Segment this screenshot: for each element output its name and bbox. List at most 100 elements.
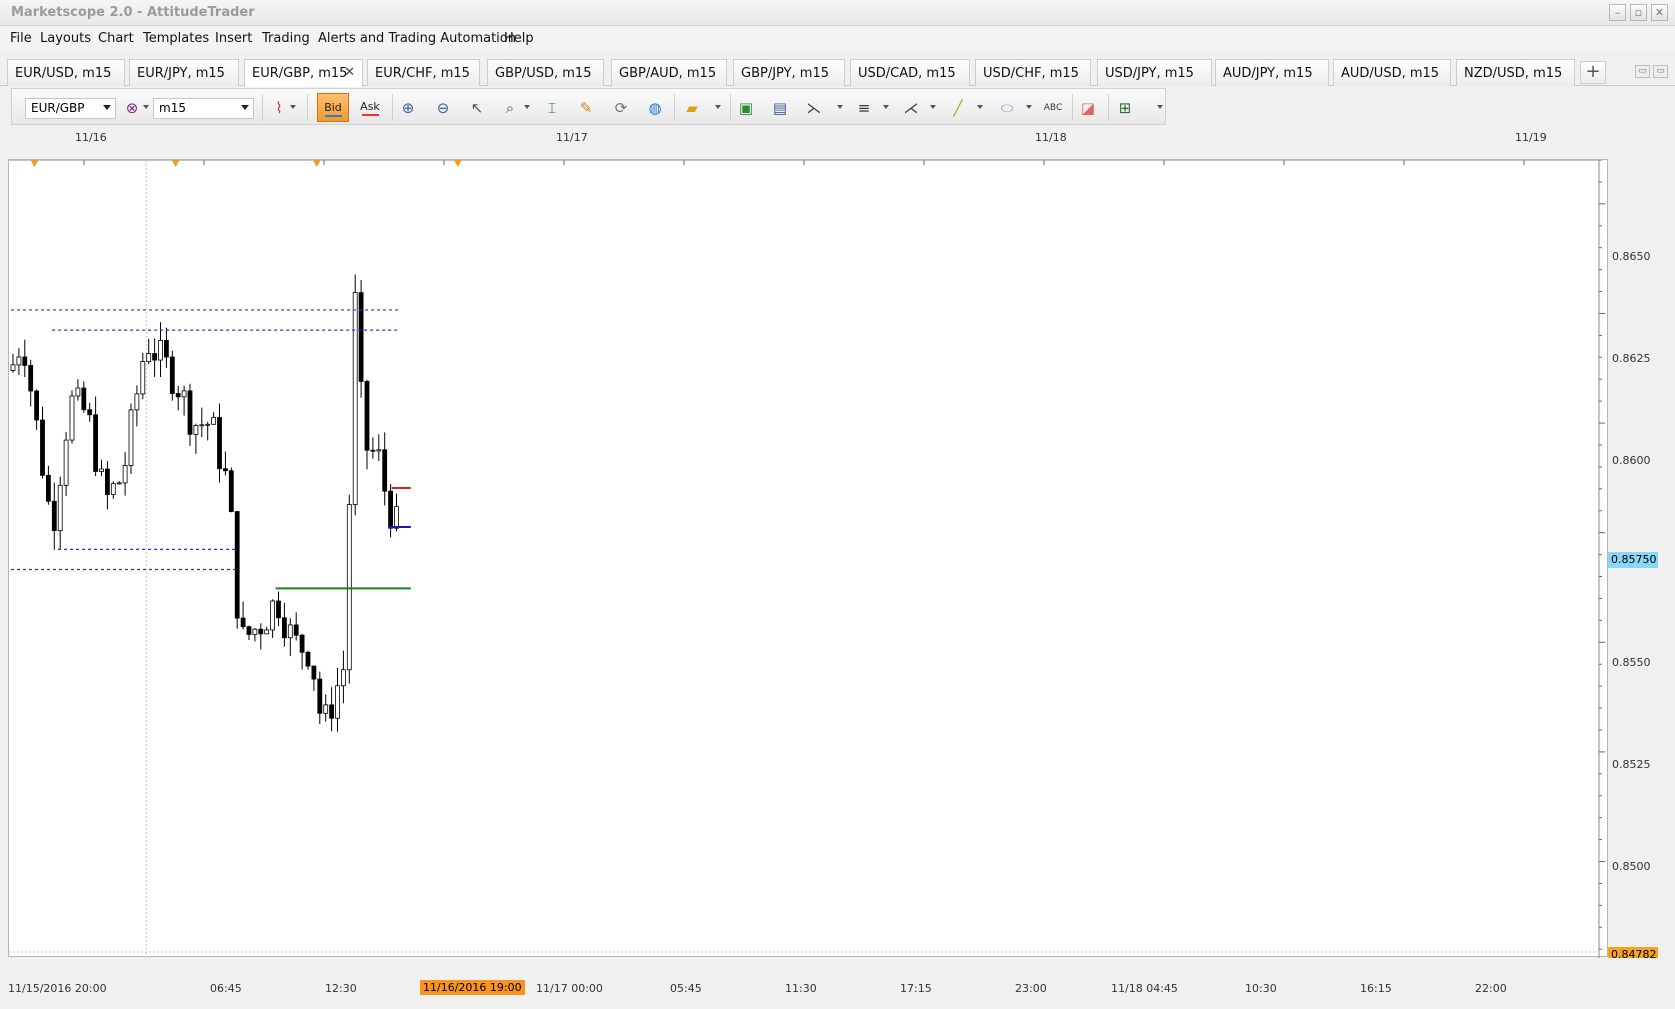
tab-gbp-usd[interactable]: GBP/USD, m15 — [487, 59, 604, 86]
pitchfork-icon[interactable]: ⋌ — [899, 97, 923, 119]
dropdown-arrow-icon[interactable] — [524, 105, 530, 109]
menu-help[interactable]: Help — [504, 31, 534, 46]
tab-usd-chf[interactable]: USD/CHF, m15 — [975, 59, 1091, 86]
link-icon[interactable]: ⊗ — [120, 97, 144, 119]
candle-body — [181, 390, 187, 398]
candle-body — [152, 353, 158, 361]
toolbar-separator — [262, 94, 263, 121]
ruler-icon[interactable]: ▰ — [680, 97, 704, 119]
menu-alerts-trading-automation[interactable]: Alerts and Trading Automation — [318, 31, 516, 46]
tab-nzd-usd[interactable]: NZD/USD, m15 — [1456, 59, 1575, 86]
candle-body — [252, 628, 258, 635]
menu-insert[interactable]: Insert — [215, 31, 252, 46]
zoom-in-icon[interactable]: ⊕ — [396, 97, 420, 119]
time-label: 11/17 00:00 — [536, 982, 603, 995]
image-icon[interactable]: ▣ — [734, 97, 758, 119]
chart-tab-bar: EUR/USD, m15 EUR/JPY, m15 EUR/GBP, m15 ✕ … — [0, 59, 1675, 87]
tab-gbp-aud[interactable]: GBP/AUD, m15 — [611, 59, 727, 86]
trendline-icon[interactable]: ╱ — [946, 97, 970, 119]
candle-body — [240, 617, 246, 628]
candle-body — [364, 380, 370, 451]
dropdown-arrow-icon[interactable] — [930, 105, 936, 109]
candle-body — [352, 292, 358, 505]
highlighted-time-label: 11/16/2016 19:00 — [420, 980, 525, 995]
zoom-window-icon[interactable]: ⌕ — [498, 97, 522, 119]
tab-eur-usd[interactable]: EUR/USD, m15 — [7, 59, 125, 86]
candle-body — [382, 449, 388, 492]
menu-layouts[interactable]: Layouts — [40, 31, 91, 46]
day-marker-icon — [30, 160, 39, 167]
crosshair-icon[interactable]: ⌶ — [540, 97, 564, 119]
horizontal-lines-icon[interactable]: ≡ — [852, 97, 876, 119]
tab-usd-jpy[interactable]: USD/JPY, m15 — [1097, 59, 1212, 86]
menu-file[interactable]: File — [10, 31, 32, 46]
tab-restore-button[interactable]: ▭ — [1653, 65, 1668, 78]
candle-body — [93, 414, 98, 472]
fibonacci-icon[interactable]: ⋋ — [802, 97, 826, 119]
close-button[interactable]: ✕ — [1651, 4, 1668, 21]
menu-chart[interactable]: Chart — [98, 31, 134, 46]
price-label: 0.8650 — [1612, 250, 1651, 263]
time-label: 16:15 — [1360, 982, 1392, 995]
dropdown-arrow-icon[interactable] — [1026, 105, 1032, 109]
indicator-icon[interactable]: ✎ — [574, 97, 598, 119]
dropdown-arrow-icon[interactable] — [883, 105, 889, 109]
tab-label: EUR/USD, m15 — [15, 66, 112, 81]
hierarchy-icon[interactable]: ⊞ — [1113, 97, 1137, 119]
price-chart[interactable] — [8, 159, 1608, 958]
instrument-select[interactable]: EUR/GBP — [25, 98, 116, 119]
tab-eur-jpy[interactable]: EUR/JPY, m15 — [129, 59, 239, 86]
bid-button[interactable]: Bid — [317, 93, 349, 122]
chart-window-icon[interactable]: ▤ — [768, 97, 792, 119]
price-label: 0.8600 — [1612, 454, 1651, 467]
chart-type-icon[interactable]: ⌇ — [267, 97, 291, 119]
text-label-icon[interactable]: ABC — [1041, 97, 1065, 119]
tab-gbp-jpy[interactable]: GBP/JPY, m15 — [733, 59, 845, 86]
candle-body — [287, 624, 293, 639]
time-label: 11/15/2016 20:00 — [8, 982, 107, 995]
candle-body — [158, 340, 163, 361]
zoom-out-icon[interactable]: ⊖ — [431, 97, 455, 119]
toolbar-separator — [1108, 94, 1109, 121]
tab-eur-chf[interactable]: EUR/CHF, m15 — [367, 59, 480, 86]
dropdown-arrow-icon[interactable] — [290, 105, 296, 109]
chevron-down-icon — [103, 105, 111, 110]
candle-body — [299, 634, 305, 653]
tab-aud-jpy[interactable]: AUD/JPY, m15 — [1215, 59, 1329, 86]
tab-minimize-button[interactable]: ▭ — [1635, 65, 1650, 78]
dropdown-arrow-icon[interactable] — [715, 105, 721, 109]
restore-button[interactable]: ▫ — [1630, 4, 1647, 21]
price-label: 0.8625 — [1612, 352, 1651, 365]
ask-button[interactable]: Ask — [354, 93, 386, 122]
candle-body — [175, 393, 181, 398]
ellipse-icon[interactable]: ⬭ — [995, 97, 1019, 119]
tab-close-icon[interactable]: ✕ — [344, 65, 355, 80]
dropdown-arrow-icon[interactable] — [977, 105, 983, 109]
timeframe-select[interactable]: m15 — [153, 98, 254, 119]
instrument-value: EUR/GBP — [31, 101, 85, 115]
cursor-icon[interactable]: ↖ — [465, 97, 489, 119]
toolbar-overflow-icon[interactable] — [1157, 105, 1163, 109]
menu-templates[interactable]: Templates — [143, 31, 209, 46]
candle-body — [246, 626, 252, 635]
globe-icon[interactable]: ◍ — [643, 97, 667, 119]
candle-body — [75, 387, 81, 397]
tab-eur-gbp[interactable]: EUR/GBP, m15 ✕ — [244, 59, 363, 87]
tab-aud-usd[interactable]: AUD/USD, m15 — [1333, 59, 1451, 86]
dropdown-arrow-icon[interactable] — [837, 105, 843, 109]
time-label: 23:00 — [1015, 982, 1047, 995]
refresh-icon[interactable]: ⟳ — [609, 97, 633, 119]
menu-trading[interactable]: Trading — [262, 31, 310, 46]
candle-body — [28, 365, 34, 392]
eraser-icon[interactable]: ◪ — [1076, 97, 1100, 119]
tab-usd-cad[interactable]: USD/CAD, m15 — [850, 59, 970, 86]
candle-body — [258, 628, 264, 635]
add-tab-button[interactable]: + — [1580, 61, 1606, 84]
candle-body — [346, 504, 352, 671]
candle-body — [22, 356, 28, 366]
candle-body — [81, 387, 87, 411]
candle-body — [311, 665, 317, 680]
dropdown-arrow-icon[interactable] — [143, 105, 149, 109]
minimize-button[interactable]: – — [1609, 4, 1626, 21]
date-label: 11/19 — [1515, 131, 1547, 144]
